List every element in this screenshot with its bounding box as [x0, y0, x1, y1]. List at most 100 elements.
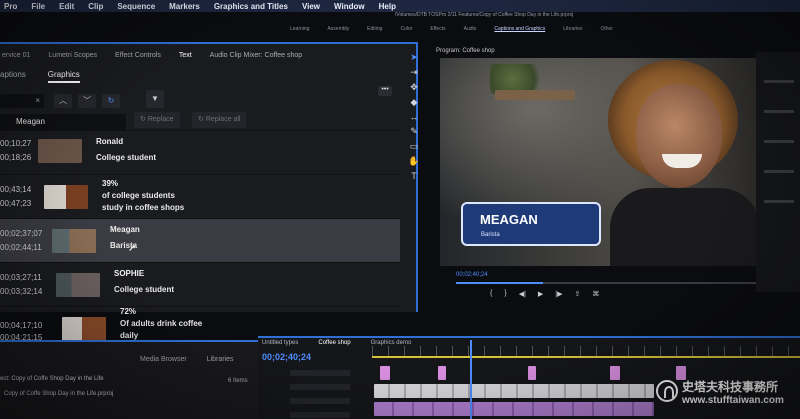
panel-menu-button[interactable]: ••• [378, 86, 392, 96]
menu-clip[interactable]: Clip [88, 2, 103, 11]
workspace-captions-graphics[interactable]: Captions and Graphics [494, 26, 545, 32]
timeline-ruler[interactable] [372, 346, 800, 356]
track-control[interactable] [290, 370, 350, 376]
timeline-clip[interactable] [380, 366, 390, 380]
step-back-icon[interactable]: ◀| [519, 290, 526, 298]
right-panel-row[interactable] [764, 80, 794, 83]
tab-effect-controls[interactable]: Effect Controls [115, 52, 161, 59]
playhead[interactable] [470, 340, 472, 419]
tc-out: 00;03;32;14 [0, 287, 43, 296]
workspace-editing[interactable]: Editing [367, 26, 382, 32]
tab-lumetri-scopes[interactable]: Lumetri Scopes [48, 52, 97, 59]
hand-tool-icon[interactable]: ✋ [408, 156, 419, 167]
project-file[interactable]: Copy of Coffe Shop Day in the Life.prpro… [4, 391, 113, 397]
timeline-clip[interactable] [528, 366, 536, 380]
prev-match-button[interactable]: ︿ [54, 94, 72, 108]
workspace-color[interactable]: Color [400, 26, 412, 32]
selection-tool-icon[interactable]: ➤ [410, 52, 418, 63]
tab-media-browser[interactable]: Media Browser [140, 356, 187, 363]
slip-tool-icon[interactable]: ↔ [410, 112, 419, 122]
tab-service[interactable]: ervice 01 [2, 52, 30, 59]
replace-input[interactable]: Meagan [0, 114, 126, 130]
find-input[interactable]: × [0, 94, 44, 108]
subtab-graphics[interactable]: Graphics [47, 70, 80, 83]
track-control[interactable] [290, 384, 350, 390]
tab-untitled-types[interactable]: Untitled types [262, 340, 298, 346]
tab-coffee-shop[interactable]: Coffee shop [318, 340, 350, 346]
list-item[interactable]: 00;43;14 00;47;23 39% of college student… [0, 174, 400, 218]
mark-in-icon[interactable]: { [490, 290, 492, 298]
razor-tool-icon[interactable]: ◆ [411, 97, 418, 108]
timeline-video-track[interactable] [374, 384, 654, 398]
play-icon[interactable]: ▶ [538, 290, 543, 298]
timeline-audio-track[interactable] [374, 402, 654, 416]
tab-audio-clip-mixer[interactable]: Audio Clip Mixer: Coffee shop [210, 52, 302, 59]
subtab-captions[interactable]: aptions [0, 70, 26, 83]
timeline-clip[interactable] [438, 366, 446, 380]
right-panel-row[interactable] [764, 170, 794, 173]
tab-text[interactable]: Text [179, 52, 192, 59]
project-title: ect: Copy of Coffe Shop Day in the Life [0, 376, 104, 382]
workspace-audio[interactable]: Audio [464, 26, 477, 32]
workspace-libraries[interactable]: Libraries [563, 26, 582, 32]
track-control[interactable] [290, 412, 350, 418]
workspace-learning[interactable]: Learning [290, 26, 309, 32]
replace-all-button[interactable]: ↻ Replace all [192, 112, 247, 128]
program-scrub-bar[interactable] [456, 282, 756, 284]
row-line-1: Meagan [110, 225, 140, 234]
type-tool-icon[interactable]: T [411, 171, 417, 181]
graphics-list: 00;10;27 00;18;26 Ronald College student… [0, 130, 400, 308]
list-item-selected[interactable]: 00;02;37;07 00;02;44;11 Meagan Barista ➚ [0, 218, 400, 262]
ripple-tool-icon[interactable]: ✥ [410, 82, 418, 93]
workspace-assembly[interactable]: Assembly [327, 26, 349, 32]
clear-icon[interactable]: × [35, 96, 40, 105]
menu-file[interactable]: File [31, 2, 45, 11]
tc-out: 00;18;26 [0, 153, 32, 162]
pen-tool-icon[interactable]: ✎ [410, 126, 418, 137]
list-item[interactable]: 00;04;17;10 00;04;21;15 72% Of adults dr… [0, 306, 400, 342]
timeline-timecode[interactable]: 00;02;40;24 [262, 352, 311, 362]
menu-view[interactable]: View [302, 2, 320, 11]
right-panel-row[interactable] [764, 110, 794, 113]
row-line-1: 72% [120, 307, 137, 316]
menu-graphics[interactable]: Graphics and Titles [214, 2, 288, 11]
menu-window[interactable]: Window [334, 2, 365, 11]
replace-all-label: Replace all [205, 116, 241, 123]
tc-in: 00;43;14 [0, 185, 32, 194]
next-match-button[interactable]: ﹀ [78, 94, 96, 108]
tab-libraries[interactable]: Libraries [207, 356, 234, 363]
menu-markers[interactable]: Markers [169, 2, 200, 11]
match-case-button[interactable]: ↻ [102, 94, 120, 108]
list-item[interactable]: 00;03;27;11 00;03;32;14 SOPHIE College s… [0, 262, 400, 306]
camera-icon[interactable]: ⌘ [592, 290, 599, 298]
row-line-1: SOPHIE [114, 269, 145, 278]
work-area-bar[interactable] [372, 356, 800, 358]
workspace-other[interactable]: Other [600, 26, 613, 32]
timeline-clip[interactable] [610, 366, 620, 380]
step-forward-icon[interactable]: |▶ [555, 290, 562, 298]
rectangle-tool-icon[interactable]: ▭ [410, 141, 419, 152]
filter-button[interactable]: ▼ [146, 90, 164, 108]
right-panel-row[interactable] [764, 200, 794, 203]
mark-out-icon[interactable]: } [504, 290, 506, 298]
track-control[interactable] [290, 398, 350, 404]
lower-third-name: MEAGAN [480, 212, 538, 227]
list-item[interactable]: 00;10;27 00;18;26 Ronald College student [0, 130, 400, 174]
menu-sequence[interactable]: Sequence [117, 2, 155, 11]
menu-bar: Pro File Edit Clip Sequence Markers Grap… [0, 0, 800, 12]
replace-button[interactable]: ↻ Replace [134, 112, 180, 128]
program-timecode[interactable]: 00;02;40;24 [456, 272, 488, 278]
row-line-2: College student [114, 285, 175, 294]
lift-icon[interactable]: ⇪ [574, 290, 580, 298]
right-panel-row[interactable] [764, 140, 794, 143]
project-tabs: Media Browser Libraries [140, 356, 234, 363]
menu-edit[interactable]: Edit [59, 2, 74, 11]
app-menu[interactable]: Pro [4, 2, 17, 11]
workspace-effects[interactable]: Effects [430, 26, 445, 32]
chevron-down-icon: ﹀ [83, 96, 91, 105]
replace-all-icon: ↻ [198, 116, 206, 123]
replace-icon: ↻ [140, 116, 148, 123]
filter-icon: ▼ [151, 94, 159, 103]
menu-help[interactable]: Help [379, 2, 396, 11]
track-select-tool-icon[interactable]: ⇥ [410, 67, 418, 78]
